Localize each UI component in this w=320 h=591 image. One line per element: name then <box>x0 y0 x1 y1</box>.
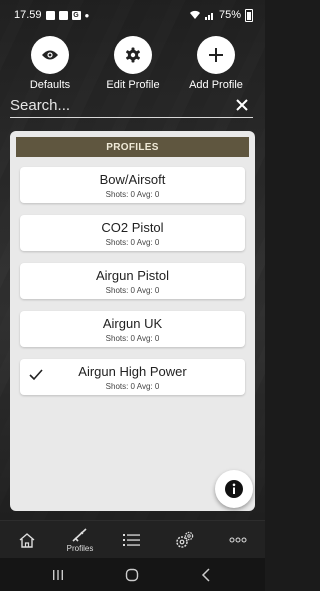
profile-card-co2-pistol[interactable]: CO2 Pistol Shots: 0 Avg: 0 <box>20 215 245 251</box>
profile-name: Bow/Airsoft <box>99 172 166 187</box>
profile-name: Airgun Pistol <box>96 268 169 283</box>
tab-more[interactable] <box>213 521 263 559</box>
profile-stats: Shots: 0 Avg: 0 <box>105 382 160 391</box>
edit-profile-button[interactable]: Edit Profile <box>93 36 173 91</box>
google-icon: G <box>71 10 81 20</box>
more-dots-icon <box>229 537 247 543</box>
home-nav-button[interactable] <box>122 566 142 584</box>
plus-icon <box>197 36 235 74</box>
profile-card-bow-airsoft[interactable]: Bow/Airsoft Shots: 0 Avg: 0 <box>20 167 245 203</box>
profiles-header: PROFILES <box>16 137 249 157</box>
gear-icon <box>114 36 152 74</box>
add-profile-button[interactable]: Add Profile <box>176 36 256 91</box>
image-notification-icon <box>45 10 55 20</box>
gears-icon <box>176 531 194 548</box>
home-icon <box>19 533 35 548</box>
search-bar <box>10 95 253 118</box>
eye-icon <box>31 36 69 74</box>
info-icon <box>225 480 243 498</box>
search-input[interactable] <box>10 95 220 116</box>
tab-profiles[interactable]: Profiles <box>55 521 105 559</box>
add-profile-label: Add Profile <box>189 79 243 91</box>
wifi-icon <box>189 10 200 19</box>
tab-list[interactable] <box>107 521 157 559</box>
profile-name: CO2 Pistol <box>101 220 164 235</box>
profiles-panel: PROFILES Bow/Airsoft Shots: 0 Avg: 0 CO2… <box>10 131 255 511</box>
recent-apps-icon <box>53 570 63 580</box>
message-notification-icon <box>58 10 68 20</box>
back-icon <box>201 568 210 582</box>
home-nav-icon <box>125 568 139 582</box>
profile-stats: Shots: 0 Avg: 0 <box>105 190 160 199</box>
status-bar: 17.59 G ● 75% <box>0 0 265 30</box>
tab-home[interactable] <box>2 521 52 559</box>
battery-percent: 75% <box>218 9 241 21</box>
profile-stats: Shots: 0 Avg: 0 <box>105 334 160 343</box>
profile-card-airgun-pistol[interactable]: Airgun Pistol Shots: 0 Avg: 0 <box>20 263 245 299</box>
close-icon <box>236 99 248 111</box>
profile-stats: Shots: 0 Avg: 0 <box>105 286 160 295</box>
bottom-tab-bar: Profiles <box>0 520 265 559</box>
list-icon <box>123 534 140 546</box>
back-nav-button[interactable] <box>196 566 216 584</box>
profile-stats: Shots: 0 Avg: 0 <box>105 238 160 247</box>
profile-name: Airgun High Power <box>78 364 187 379</box>
info-button[interactable] <box>215 470 253 508</box>
battery-icon <box>245 8 253 22</box>
clear-search-button[interactable] <box>235 95 253 115</box>
profile-card-airgun-high-power[interactable]: Airgun High Power Shots: 0 Avg: 0 <box>20 359 245 395</box>
defaults-label: Defaults <box>29 79 71 91</box>
defaults-button[interactable]: Defaults <box>10 36 90 91</box>
profile-name: Airgun UK <box>102 316 163 331</box>
system-navigation-bar <box>0 558 265 591</box>
edit-profile-label: Edit Profile <box>106 79 160 91</box>
profile-actions: Defaults Edit Profile Add Profile <box>0 36 265 92</box>
profile-card-airgun-uk[interactable]: Airgun UK Shots: 0 Avg: 0 <box>20 311 245 347</box>
more-notifications-dot-icon: ● <box>84 10 90 20</box>
tab-settings[interactable] <box>160 521 210 559</box>
tab-profiles-label: Profiles <box>66 544 94 553</box>
status-time: 17.59 <box>14 9 42 21</box>
recent-apps-button[interactable] <box>48 566 68 584</box>
signal-icon <box>204 13 213 20</box>
rifle-icon <box>72 528 87 542</box>
